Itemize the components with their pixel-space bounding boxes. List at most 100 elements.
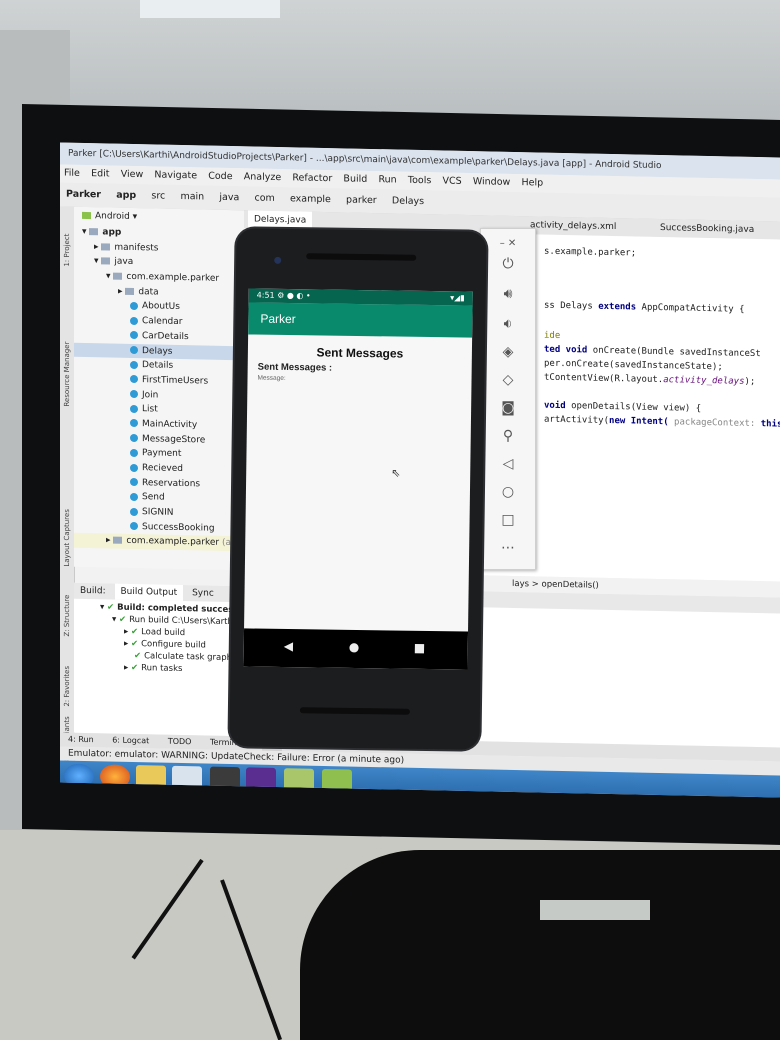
tree-label: Send — [142, 492, 165, 504]
check-icon: ✔ — [134, 651, 142, 662]
tree-label: AboutUs — [142, 301, 180, 313]
tab-delays-java[interactable]: Delays.java — [248, 210, 313, 230]
class-icon — [130, 316, 138, 325]
code-crumb-text[interactable]: lays > openDetails() — [512, 576, 599, 594]
tab-sync[interactable]: Sync — [186, 585, 220, 602]
mouse-pointer-icon: ⇖ — [391, 466, 401, 480]
tree-label: java — [114, 256, 134, 268]
tree-label: List — [142, 404, 158, 415]
back-icon[interactable]: ◁ — [481, 451, 535, 477]
menu-window[interactable]: Window — [473, 173, 510, 192]
code-token: openDetails(View view) { — [571, 401, 702, 414]
code-line: artActivity(new Intent( packageContext: … — [544, 415, 780, 430]
menu-tools[interactable]: Tools — [408, 172, 431, 190]
rotate-right-icon[interactable]: ◇ — [481, 367, 535, 393]
crumb-java[interactable]: java — [219, 186, 239, 210]
tool-favorites[interactable]: 2: Favorites — [63, 666, 71, 707]
tool-logcat[interactable]: 6: Logcat — [112, 734, 149, 749]
code-token: AppCompatActivity { — [636, 302, 745, 315]
crumb-app[interactable]: app — [116, 184, 136, 208]
camera-icon[interactable]: ◙ — [481, 395, 535, 421]
menu-help[interactable]: Help — [521, 174, 543, 192]
tree-label: Recieved — [142, 463, 183, 475]
tree-label: MainActivity — [142, 419, 198, 431]
class-icon — [130, 419, 138, 428]
menu-build[interactable]: Build — [343, 170, 367, 188]
message-label: Message: — [257, 374, 286, 382]
tree-label: Delays — [142, 345, 173, 357]
crumb-parker-pkg[interactable]: parker — [346, 188, 377, 213]
tree-label: com.example.parker — [126, 536, 220, 549]
tab-activity-delays-xml[interactable]: activity_delays.xml — [524, 216, 622, 236]
app-content: Sent Messages Sent Messages : Message: ⇖ — [244, 334, 472, 631]
tab-build-output[interactable]: Build Output — [114, 583, 184, 602]
power-icon[interactable]: ⏻ — [481, 251, 535, 277]
tree-item-test-package[interactable]: ▸ com.example.parker (androidTe — [74, 533, 269, 552]
app-toolbar: Parker — [248, 302, 473, 338]
check-icon: ✔ — [106, 602, 115, 613]
menu-vcs[interactable]: VCS — [442, 172, 461, 190]
class-icon — [130, 360, 138, 369]
menu-refactor[interactable]: Refactor — [292, 169, 332, 188]
code-line: void openDetails(View view) { — [544, 401, 701, 414]
tree-label: Reservations — [142, 477, 201, 490]
phone-emulator: 4:51 ⚙ ● ◐ • ▾◢▮ Parker Sent Messages Se… — [229, 228, 487, 750]
menu-run[interactable]: Run — [378, 171, 396, 189]
class-icon — [130, 301, 138, 311]
menu-code[interactable]: Code — [208, 168, 232, 187]
nav-recents-icon[interactable]: ■ — [414, 641, 426, 655]
crumb-delays[interactable]: Delays — [392, 189, 424, 214]
volume-up-icon[interactable]: 🔊︎ — [481, 281, 535, 307]
notification-icons: ⚙ ● ◐ • — [277, 290, 311, 301]
monitor-stand-base — [300, 850, 780, 1040]
tool-structure[interactable]: Z: Structure — [63, 595, 71, 637]
home-icon[interactable]: ○ — [481, 479, 535, 505]
code-keyword: ted void — [544, 344, 593, 356]
monitor-brand-label — [540, 900, 650, 920]
check-icon: ✔ — [130, 638, 139, 650]
tab-successbooking-java[interactable]: SuccessBooking.java — [654, 219, 760, 239]
tree-label: manifests — [114, 242, 159, 254]
tree-label: data — [138, 286, 159, 298]
crumb-com[interactable]: com — [254, 187, 274, 211]
code-line: tContentView(R.layout.activity_delays); — [544, 373, 755, 387]
project-panel: Android ▾ ▾ app ▸ manifests ▾ java ▾ com… — [74, 206, 269, 571]
crumb-example[interactable]: example — [290, 187, 331, 212]
overview-icon[interactable]: □ — [481, 507, 535, 533]
code-hint: packageContext: — [668, 417, 761, 430]
build-text: Calculate task graph — [144, 651, 233, 664]
crumb-main[interactable]: main — [180, 185, 204, 209]
tool-run[interactable]: 4: Run — [68, 733, 94, 748]
tree-label: app — [102, 227, 122, 238]
folder-icon — [101, 243, 111, 251]
menu-view[interactable]: View — [121, 166, 144, 184]
rotate-left-icon[interactable]: ◈ — [481, 339, 535, 365]
zoom-icon[interactable]: ⚲ — [481, 423, 535, 449]
tree-label: SIGNIN — [142, 507, 174, 518]
code-token: tContentView(R.layout. — [544, 372, 664, 386]
crumb-parker[interactable]: Parker — [66, 183, 101, 208]
menu-navigate[interactable]: Navigate — [154, 166, 197, 185]
tree-label: SuccessBooking — [142, 521, 215, 534]
page-title: Sent Messages — [316, 345, 404, 361]
nav-home-icon[interactable]: ● — [349, 640, 360, 654]
class-icon — [130, 478, 138, 487]
emulator-toolbar: – ✕ ⏻ 🔊︎ 🔉︎ ◈ ◇ ◙ ⚲ ◁ ○ □ ⋯ — [480, 228, 536, 570]
tool-resource-manager[interactable]: Resource Manager — [63, 342, 71, 407]
tool-project[interactable]: 1: Project — [63, 234, 71, 267]
project-tree: ▾ app ▸ manifests ▾ java ▾ com.example.p… — [74, 225, 269, 552]
class-icon — [130, 331, 138, 340]
class-icon — [130, 389, 138, 399]
build-text: Configure build — [141, 639, 206, 651]
nav-back-icon[interactable]: ◀ — [284, 639, 293, 653]
crumb-src[interactable]: src — [151, 184, 165, 208]
menu-file[interactable]: File — [64, 165, 80, 183]
more-icon[interactable]: ⋯ — [481, 535, 535, 561]
tool-todo[interactable]: TODO — [168, 735, 192, 749]
volume-down-icon[interactable]: 🔉︎ — [481, 311, 535, 337]
code-token: activity_delays — [663, 375, 745, 387]
menu-analyze[interactable]: Analyze — [244, 168, 281, 187]
tool-layout-captures[interactable]: Layout Captures — [63, 509, 71, 567]
code-keyword: this, — [760, 419, 780, 430]
menu-edit[interactable]: Edit — [91, 165, 109, 183]
